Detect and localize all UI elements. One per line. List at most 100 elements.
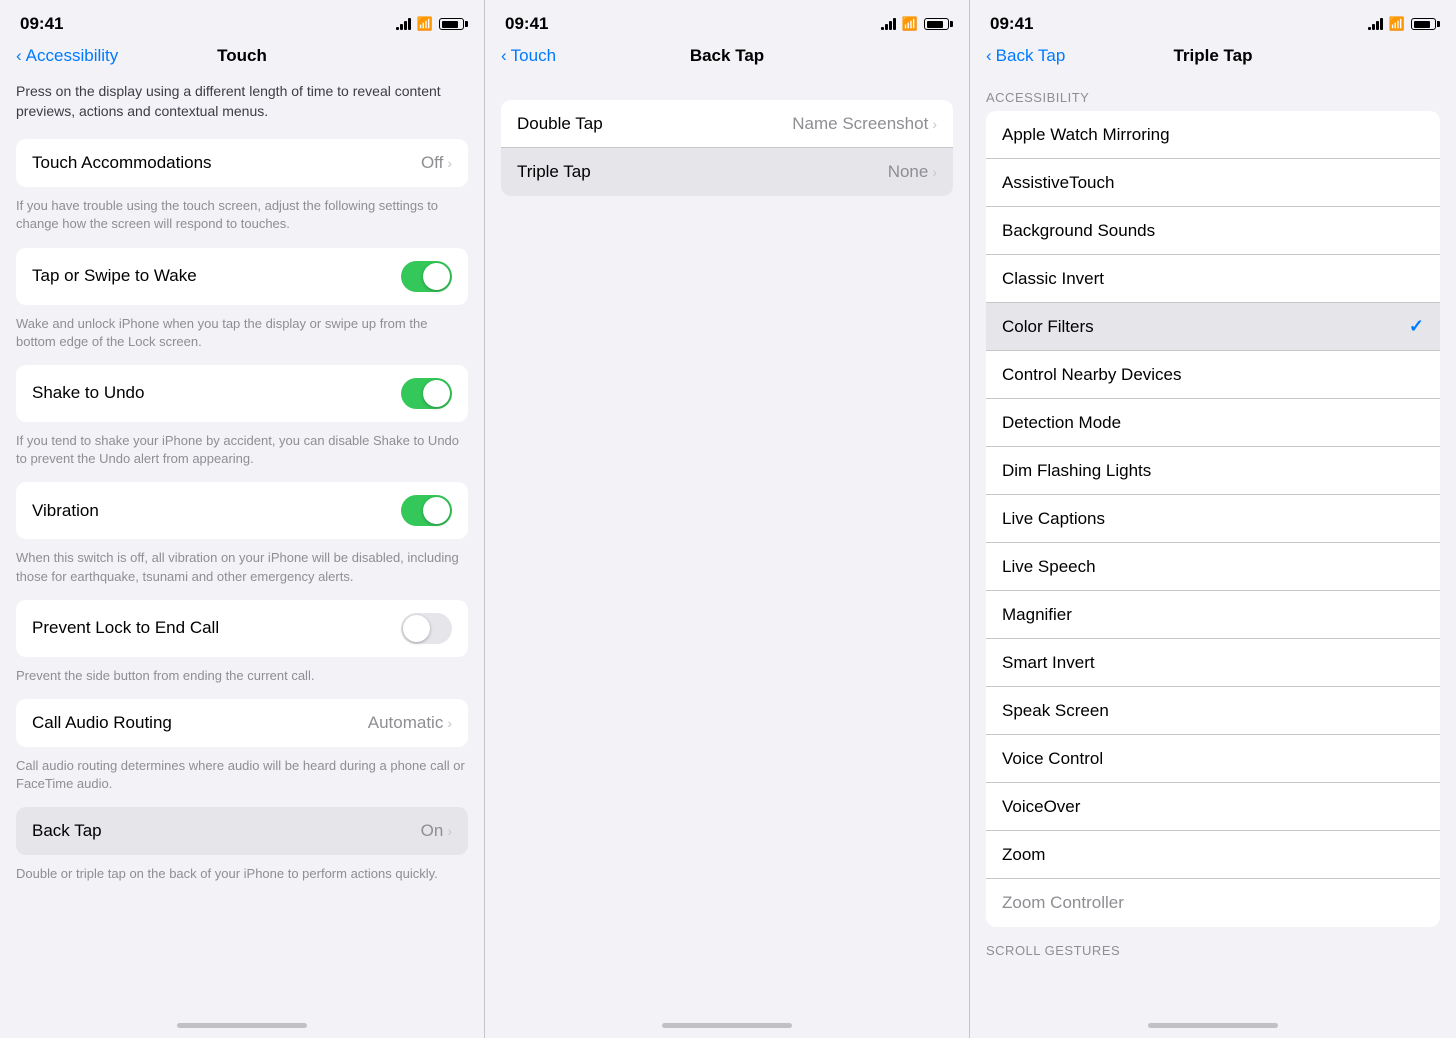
bar2 [400, 24, 403, 30]
touch-accommodations-label: Touch Accommodations [32, 153, 212, 173]
back-tap-label: Back Tap [32, 821, 102, 841]
back-label-2[interactable]: Touch [511, 46, 556, 66]
intro-text-1: Press on the display using a different l… [0, 74, 484, 133]
battery-icon-3 [1411, 18, 1436, 30]
back-button-1[interactable]: ‹ Accessibility [16, 46, 118, 66]
nav-title-1: Touch [217, 46, 267, 66]
bar4 [408, 18, 411, 30]
touch-accommodations-value-text: Off [421, 153, 443, 173]
back-tap-options-group: Double Tap Name Screenshot › Triple Tap … [501, 100, 953, 196]
vibration-toggle[interactable] [401, 495, 452, 526]
acc-row-zoom-controller[interactable]: Zoom Controller [986, 879, 1440, 927]
acc-row-classic-invert[interactable]: Classic Invert [986, 255, 1440, 303]
prevent-lock-desc: Prevent the side button from ending the … [0, 663, 484, 693]
tap-swipe-label: Tap or Swipe to Wake [32, 266, 197, 286]
acc-label-bg-sounds: Background Sounds [1002, 221, 1155, 241]
back-label-1[interactable]: Accessibility [26, 46, 119, 66]
chevron-right-icon-car: › [447, 715, 452, 731]
status-icons-1: 📶 [396, 16, 464, 32]
double-tap-row[interactable]: Double Tap Name Screenshot › [501, 100, 953, 148]
scroll-content-1[interactable]: Press on the display using a different l… [0, 74, 484, 1015]
triple-tap-value: None › [888, 162, 937, 182]
nav-bar-2: ‹ Touch Back Tap [485, 42, 969, 74]
touch-accommodations-group: Touch Accommodations Off › [16, 139, 468, 187]
scroll-gestures-header: SCROLL GESTURES [970, 927, 1456, 964]
prevent-lock-label: Prevent Lock to End Call [32, 618, 219, 638]
vibration-row[interactable]: Vibration [16, 482, 468, 539]
triple-tap-label: Triple Tap [517, 162, 591, 182]
prevent-lock-toggle[interactable] [401, 613, 452, 644]
back-tap-group: Back Tap On › [16, 807, 468, 855]
call-audio-row[interactable]: Call Audio Routing Automatic › [16, 699, 468, 747]
shake-undo-label: Shake to Undo [32, 383, 144, 403]
acc-row-live-captions[interactable]: Live Captions [986, 495, 1440, 543]
acc-label-live-speech: Live Speech [1002, 557, 1096, 577]
back-button-3[interactable]: ‹ Back Tap [986, 46, 1065, 66]
shake-undo-toggle[interactable] [401, 378, 452, 409]
acc-label-zoom: Zoom [1002, 845, 1045, 865]
acc-label-apple-watch: Apple Watch Mirroring [1002, 125, 1170, 145]
call-audio-desc: Call audio routing determines where audi… [0, 753, 484, 801]
acc-row-speak-screen[interactable]: Speak Screen [986, 687, 1440, 735]
battery-icon-1 [439, 18, 464, 30]
acc-row-voiceover[interactable]: VoiceOver [986, 783, 1440, 831]
status-bar-1: 09:41 📶 [0, 0, 484, 42]
vibration-knob [423, 497, 450, 524]
battery-fill-3 [1414, 21, 1430, 28]
shake-undo-row[interactable]: Shake to Undo [16, 365, 468, 422]
scroll-content-2[interactable]: Double Tap Name Screenshot › Triple Tap … [485, 74, 969, 1015]
back-label-3[interactable]: Back Tap [996, 46, 1066, 66]
accessibility-list: Apple Watch Mirroring AssistiveTouch Bac… [986, 111, 1440, 927]
acc-row-color-filters[interactable]: Color Filters ✓ [986, 303, 1440, 351]
accessibility-section-header: ACCESSIBILITY [970, 74, 1456, 111]
acc-label-color-filters: Color Filters [1002, 317, 1094, 337]
tap-swipe-knob [423, 263, 450, 290]
acc-row-zoom[interactable]: Zoom [986, 831, 1440, 879]
acc-row-voice-control[interactable]: Voice Control [986, 735, 1440, 783]
chevron-right-dt: › [932, 116, 937, 132]
checkmark-icon: ✓ [1409, 316, 1424, 337]
acc-row-dim-flashing[interactable]: Dim Flashing Lights [986, 447, 1440, 495]
shake-undo-group: Shake to Undo [16, 365, 468, 422]
chevron-left-icon-2: ‹ [501, 46, 507, 66]
signal-icon-1 [396, 18, 411, 30]
acc-row-apple-watch[interactable]: Apple Watch Mirroring [986, 111, 1440, 159]
acc-row-live-speech[interactable]: Live Speech [986, 543, 1440, 591]
time-1: 09:41 [20, 14, 63, 34]
battery-icon-2 [924, 18, 949, 30]
bar3 [404, 21, 407, 30]
acc-row-detection[interactable]: Detection Mode [986, 399, 1440, 447]
status-icons-2: 📶 [881, 16, 949, 32]
tap-swipe-group: Tap or Swipe to Wake [16, 248, 468, 305]
acc-label-detection: Detection Mode [1002, 413, 1121, 433]
tap-swipe-toggle[interactable] [401, 261, 452, 292]
prevent-lock-row[interactable]: Prevent Lock to End Call [16, 600, 468, 657]
acc-row-smart-invert[interactable]: Smart Invert [986, 639, 1440, 687]
home-indicator-3 [1148, 1023, 1278, 1028]
acc-row-control-nearby[interactable]: Control Nearby Devices [986, 351, 1440, 399]
tap-swipe-row[interactable]: Tap or Swipe to Wake [16, 248, 468, 305]
acc-row-background-sounds[interactable]: Background Sounds [986, 207, 1440, 255]
home-indicator-1 [177, 1023, 307, 1028]
nav-bar-3: ‹ Back Tap Triple Tap [970, 42, 1456, 74]
back-tap-row[interactable]: Back Tap On › [16, 807, 468, 855]
tap-swipe-desc: Wake and unlock iPhone when you tap the … [0, 311, 484, 359]
back-button-2[interactable]: ‹ Touch [501, 46, 556, 66]
triple-tap-content[interactable]: ACCESSIBILITY Apple Watch Mirroring Assi… [970, 74, 1456, 1015]
chevron-right-icon-ta: › [447, 155, 452, 171]
acc-row-assistive-touch[interactable]: AssistiveTouch [986, 159, 1440, 207]
acc-label-smart-invert: Smart Invert [1002, 653, 1095, 673]
touch-accommodations-row[interactable]: Touch Accommodations Off › [16, 139, 468, 187]
call-audio-value: Automatic › [368, 713, 452, 733]
chevron-left-icon-1: ‹ [16, 46, 22, 66]
chevron-right-tt: › [932, 164, 937, 180]
status-bar-2: 09:41 📶 [485, 0, 969, 42]
battery-fill-2 [927, 21, 943, 28]
shake-undo-desc: If you tend to shake your iPhone by acci… [0, 428, 484, 476]
touch-accommodations-desc: If you have trouble using the touch scre… [0, 193, 484, 241]
triple-tap-row[interactable]: Triple Tap None › [501, 148, 953, 196]
acc-row-magnifier[interactable]: Magnifier [986, 591, 1440, 639]
panel-touch: 09:41 📶 ‹ Accessibility Touch Press on t… [0, 0, 485, 1038]
chevron-right-icon-bt: › [447, 823, 452, 839]
nav-bar-1: ‹ Accessibility Touch [0, 42, 484, 74]
